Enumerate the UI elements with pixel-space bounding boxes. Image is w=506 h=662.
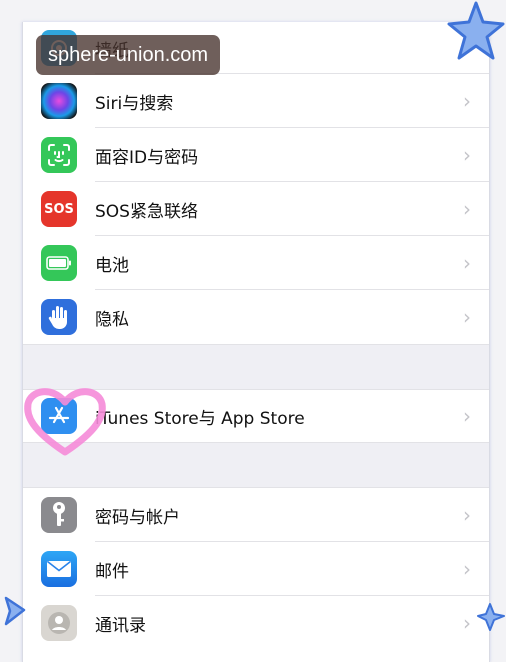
settings-row-label: SOS紧急联络: [95, 201, 198, 222]
face-id-icon: [41, 137, 77, 173]
chevron-right-icon: ›: [463, 89, 471, 113]
privacy-hand-icon: [41, 299, 77, 335]
settings-row-label: 密码与帐户: [95, 507, 180, 528]
settings-list: 墙纸 › Siri与搜索 › 面容ID与密码 › SOS: [22, 22, 490, 662]
sos-icon-text: SOS: [44, 201, 74, 217]
settings-row-battery[interactable]: 电池 ›: [23, 236, 489, 290]
settings-row-label: Siri与搜索: [95, 93, 174, 114]
key-icon: [41, 497, 77, 533]
settings-row-label: 电池: [95, 255, 129, 276]
settings-row-label: 通讯录: [95, 615, 146, 636]
battery-icon: [41, 245, 77, 281]
chevron-right-icon: ›: [463, 143, 471, 167]
settings-group-accounts: 密码与帐户 › 邮件 › 通讯录 ›: [23, 488, 489, 650]
mail-icon: [41, 551, 77, 587]
settings-row-label: 隐私: [95, 309, 129, 330]
settings-row-privacy[interactable]: 隐私 ›: [23, 290, 489, 344]
chevron-right-icon: ›: [463, 611, 471, 635]
star-sticker-icon: [477, 603, 505, 631]
star-sticker-icon: [4, 596, 26, 626]
settings-row-label: 邮件: [95, 561, 129, 582]
chevron-right-icon: ›: [463, 503, 471, 527]
settings-row-label: 面容ID与密码: [95, 147, 199, 168]
chevron-right-icon: ›: [463, 404, 471, 428]
settings-row-mail[interactable]: 邮件 ›: [23, 542, 489, 596]
settings-row-contacts[interactable]: 通讯录 ›: [23, 596, 489, 650]
chevron-right-icon: ›: [463, 197, 471, 221]
chevron-right-icon: ›: [463, 557, 471, 581]
sos-icon: SOS: [41, 191, 77, 227]
watermark-badge: sphere-union.com: [36, 35, 220, 75]
settings-row-passwords[interactable]: 密码与帐户 ›: [23, 488, 489, 542]
section-gap: [23, 344, 489, 390]
settings-row-sos[interactable]: SOS SOS紧急联络 ›: [23, 182, 489, 236]
settings-row-face-id[interactable]: 面容ID与密码 ›: [23, 128, 489, 182]
chevron-right-icon: ›: [463, 251, 471, 275]
contacts-icon: [41, 605, 77, 641]
heart-sticker-icon: [24, 388, 106, 456]
chevron-right-icon: ›: [463, 305, 471, 329]
siri-icon: [41, 83, 77, 119]
settings-row-label: iTunes Store与 App Store: [95, 408, 305, 429]
star-sticker-icon: [447, 1, 505, 60]
settings-row-siri[interactable]: Siri与搜索 ›: [23, 74, 489, 128]
